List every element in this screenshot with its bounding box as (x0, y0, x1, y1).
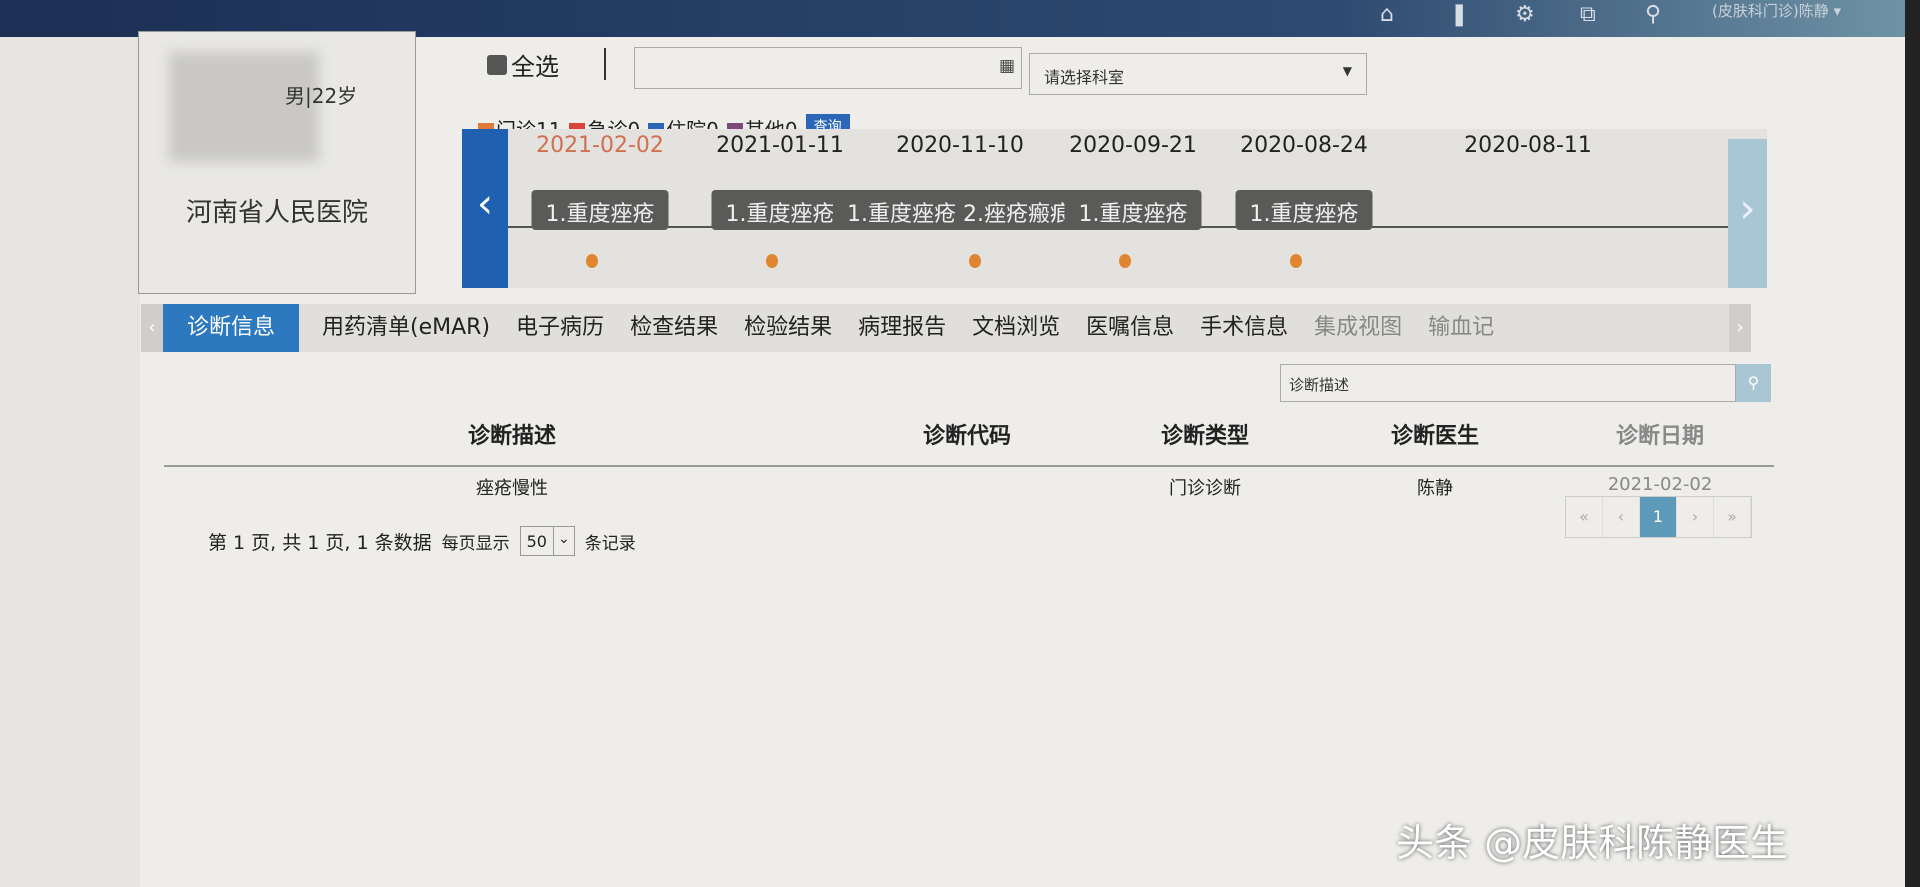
department-placeholder: 请选择科室 (1044, 68, 1125, 87)
per-page-value: 50 (526, 531, 547, 551)
column-header[interactable]: 诊断医生 (1391, 418, 1479, 450)
timeline-diagnosis-tooltip[interactable]: 1.重度痤疮 (531, 190, 669, 230)
timeline-diagnosis-tooltip[interactable]: 1.重度痤疮 (711, 190, 849, 230)
tab-item[interactable]: 诊断信息 (163, 304, 300, 352)
column-header[interactable]: 诊断日期 (1616, 418, 1704, 450)
per-page-label: 每页显示 (441, 533, 510, 554)
tab-item[interactable]: 文档浏览 (959, 304, 1073, 352)
timeline-diagnosis-tooltip[interactable]: 1.重度痤疮 (1235, 190, 1373, 230)
timeline-visit-dot[interactable] (766, 254, 778, 268)
search-icon[interactable]: ⚲ (1645, 2, 1661, 27)
chevron-down-icon: ⌄ (552, 527, 574, 555)
patient-age-sex: 男|22岁 (285, 84, 358, 108)
tab-item[interactable]: 医嘱信息 (1073, 304, 1187, 352)
tabs-scroll-right[interactable]: › (1729, 304, 1751, 352)
caret-down-icon: ▼ (1342, 64, 1352, 78)
table-cell: 门诊诊断 (1169, 478, 1241, 499)
calendar-icon[interactable]: ▦ (999, 56, 1015, 76)
home-icon[interactable]: ⌂ (1380, 2, 1394, 27)
watermark: 头条 @皮肤科陈静医生 (1396, 821, 1789, 865)
tab-item[interactable]: 检查结果 (617, 304, 731, 352)
tab-item[interactable]: 手术信息 (1187, 304, 1301, 352)
timeline-prev-button[interactable]: ‹ (462, 129, 508, 288)
tab-item[interactable]: 集成视图 (1301, 304, 1415, 352)
column-header[interactable]: 诊断代码 (923, 418, 1011, 450)
timeline-next-button[interactable]: › (1728, 139, 1767, 288)
column-header[interactable]: 诊断描述 (468, 418, 556, 450)
pager-button[interactable]: « (1566, 497, 1603, 537)
visit-timeline: ‹ › 2021-02-02 1.重度痤疮 2021-01-11 1.重度痤疮 2020… (462, 129, 1767, 288)
gear-icon[interactable]: ⚙ (1515, 2, 1535, 27)
pager-button[interactable]: » (1714, 497, 1751, 537)
patient-card: 男|22岁 河南省人民医院 (138, 31, 416, 294)
divider (604, 48, 606, 80)
search-button[interactable]: ⚲ (1736, 364, 1771, 402)
timeline-date[interactable]: 2020-08-11 (1464, 133, 1592, 158)
bookmark-icon[interactable]: ❚ (1450, 2, 1468, 27)
timeline-date[interactable]: 2020-08-24 (1240, 133, 1368, 158)
hospital-name: 河南省人民医院 (185, 198, 368, 228)
tabs-scroll-left[interactable]: ‹ (141, 304, 163, 352)
export-icon[interactable]: ⧉ (1580, 2, 1596, 27)
column-header[interactable]: 诊断类型 (1161, 418, 1249, 450)
table-cell: 痤疮慢性 (476, 478, 548, 499)
pager-button[interactable]: 1 (1640, 497, 1677, 537)
table-header-divider (164, 465, 1774, 467)
table-cell: 2021-02-02 (1607, 474, 1713, 495)
date-range-input[interactable]: ▦ (634, 47, 1022, 89)
tab-item[interactable]: 电子病历 (503, 304, 617, 352)
per-page-suffix: 条记录 (584, 533, 636, 554)
timeline-date[interactable]: 2020-11-10 (896, 133, 1024, 158)
timeline-date[interactable]: 2021-01-11 (716, 133, 844, 158)
timeline-visit-dot[interactable] (1119, 254, 1131, 268)
record-tabs: ‹ 诊断信息 用药清单(eMAR) 电子病历 检查结果 检验结果 病理报告 文档浏览 医嘱信息手… (141, 304, 1751, 352)
tab-item[interactable]: 用药清单(eMAR) (309, 304, 503, 352)
select-all-checkbox[interactable]: 全选 (487, 47, 559, 82)
timeline-visit-dot[interactable] (969, 254, 981, 268)
tab-item[interactable]: 检验结果 (731, 304, 845, 352)
pager-button[interactable]: ‹ (1603, 497, 1640, 537)
tab-item[interactable]: 病理报告 (845, 304, 959, 352)
page-info-text: 第 1 页, 共 1 页, 1 条数据 (208, 531, 432, 554)
timeline-visit-dot[interactable] (1290, 254, 1302, 268)
per-page-select[interactable]: 50 ⌄ (519, 526, 575, 556)
department-select[interactable]: 请选择科室 ▼ (1029, 53, 1367, 95)
timeline-date[interactable]: 2020-09-21 (1069, 133, 1197, 158)
pagination-info: 第 1 页, 共 1 页, 1 条数据 每页显示 50 ⌄ 条记录 (208, 526, 636, 556)
user-menu[interactable]: (皮肤科门诊)陈静 ▾ (1712, 0, 1841, 21)
checkbox-icon (487, 54, 507, 75)
diagnosis-search-input[interactable]: 诊断描述 (1280, 364, 1736, 402)
table-cell: 陈静 (1417, 478, 1453, 499)
timeline-visit-dot[interactable] (586, 254, 598, 268)
pager: «‹ 1 ›» (1565, 496, 1752, 538)
select-all-label: 全选 (511, 53, 559, 81)
screen-bezel (1905, 0, 1920, 887)
timeline-date[interactable]: 2021-02-02 (536, 133, 664, 158)
pager-button[interactable]: › (1677, 497, 1714, 537)
timeline-diagnosis-tooltip[interactable]: 1.重度痤疮 (1064, 190, 1202, 230)
tab-item[interactable]: 输血记 (1415, 304, 1507, 352)
